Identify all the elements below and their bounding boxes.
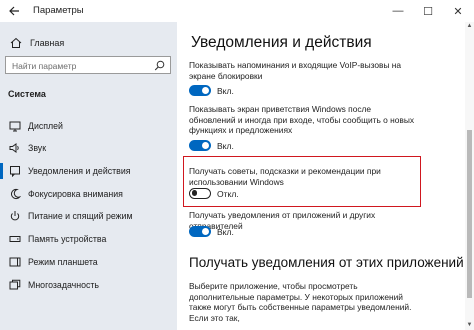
- sidebar-item-focus-assist[interactable]: Фокусировка внимания: [0, 185, 177, 203]
- tips-suggestions-toggle[interactable]: [189, 188, 211, 199]
- setting-description: Показывать напоминания и входящие VoIP-в…: [189, 60, 402, 81]
- sidebar-item-label: Главная: [30, 38, 65, 48]
- sidebar-item-label: Уведомления и действия: [28, 166, 131, 176]
- display-icon: [9, 121, 21, 132]
- multitasking-icon: [9, 279, 21, 290]
- sidebar-item-label: Фокусировка внимания: [28, 189, 123, 199]
- back-arrow-icon[interactable]: [7, 4, 21, 18]
- notifications-icon: [10, 166, 20, 177]
- sidebar-item-sound[interactable]: Звук: [0, 139, 177, 157]
- title-bar: Параметры — ☐ ✕: [0, 0, 474, 22]
- sidebar-item-label: Питание и спящий режим: [28, 211, 133, 221]
- sidebar-item-label: Режим планшета: [28, 257, 98, 267]
- minimize-button[interactable]: —: [383, 0, 413, 22]
- toggle-state-label: Откл.: [217, 189, 239, 199]
- section-heading: Получать уведомления от этих приложений: [189, 255, 464, 270]
- sidebar-item-notifications[interactable]: Уведомления и действия: [0, 162, 177, 180]
- setting-description: Получать советы, подсказки и рекомендаци…: [189, 166, 381, 187]
- sidebar: Главная Найти параметр Система Дисплей З…: [0, 22, 177, 330]
- sidebar-item-label: Дисплей: [28, 121, 63, 131]
- app-notifications-toggle[interactable]: [189, 226, 211, 237]
- scroll-down-icon[interactable]: ▼: [465, 322, 474, 329]
- lockscreen-voip-toggle[interactable]: [189, 85, 211, 96]
- search-input[interactable]: Найти параметр: [5, 56, 171, 74]
- sidebar-item-home[interactable]: Главная: [0, 35, 177, 53]
- toggle-knob: [202, 228, 209, 235]
- toggle-state-label: Вкл.: [217, 227, 234, 237]
- sidebar-item-label: Память устройства: [28, 234, 107, 244]
- close-button[interactable]: ✕: [443, 0, 473, 22]
- sidebar-item-display[interactable]: Дисплей: [0, 117, 177, 135]
- sidebar-item-storage[interactable]: Память устройства: [0, 230, 177, 248]
- sidebar-item-power[interactable]: Питание и спящий режим: [0, 207, 177, 225]
- search-placeholder: Найти параметр: [12, 61, 77, 71]
- page-title: Уведомления и действия: [191, 34, 372, 51]
- sidebar-item-multitasking[interactable]: Многозадачность: [0, 276, 177, 294]
- vertical-scrollbar[interactable]: ▲ ▼: [465, 22, 474, 330]
- scroll-up-icon[interactable]: ▲: [465, 23, 474, 30]
- sidebar-section-title: Система: [8, 89, 46, 99]
- toggle-knob: [191, 190, 197, 196]
- setting-description: Показывать экран приветствия Windows пос…: [189, 104, 415, 135]
- storage-icon: [9, 236, 21, 242]
- window-title: Параметры: [33, 5, 84, 16]
- welcome-experience-toggle[interactable]: [189, 140, 211, 151]
- maximize-button[interactable]: ☐: [413, 0, 443, 22]
- toggle-state-label: Вкл.: [217, 141, 234, 151]
- main-content: Уведомления и действия Показывать напоми…: [177, 22, 474, 330]
- settings-window: Параметры — ☐ ✕ Главная Найти параметр С…: [0, 0, 474, 330]
- sidebar-item-label: Многозадачность: [28, 280, 99, 290]
- search-icon: [154, 60, 165, 71]
- active-indicator: [0, 163, 3, 179]
- home-icon: [10, 37, 22, 48]
- toggle-knob: [202, 142, 209, 149]
- toggle-knob: [202, 87, 209, 94]
- scroll-thumb[interactable]: [467, 130, 472, 298]
- moon-icon: [11, 188, 21, 200]
- sidebar-item-tablet[interactable]: Режим планшета: [0, 253, 177, 271]
- speaker-icon: [9, 143, 19, 153]
- toggle-state-label: Вкл.: [217, 86, 234, 96]
- sidebar-item-label: Звук: [28, 143, 47, 153]
- section-description: Выберите приложение, чтобы просмотреть д…: [189, 281, 412, 323]
- power-icon: [10, 211, 20, 221]
- tablet-icon: [9, 257, 21, 267]
